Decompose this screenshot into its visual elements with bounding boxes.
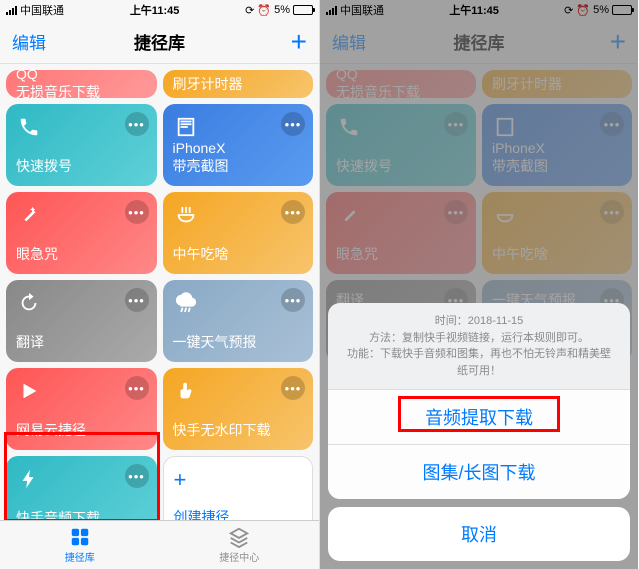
sheet-cancel[interactable]: 取消: [328, 507, 630, 561]
add-button[interactable]: +: [291, 28, 307, 56]
bowl-icon: [173, 202, 199, 228]
more-icon[interactable]: •••: [125, 200, 149, 224]
refresh-icon: [16, 290, 42, 316]
tab-bar: 捷径库 捷径中心: [0, 520, 319, 569]
action-sheet: 时间：2018-11-15 方法：复制快手视频链接，运行本规则即可。 功能：下载…: [328, 303, 630, 561]
bolt-icon: [16, 466, 42, 492]
clock-label: 上午11:45: [130, 2, 180, 18]
more-icon[interactable]: •••: [281, 112, 305, 136]
more-icon[interactable]: •••: [281, 200, 305, 224]
card-kuaishou-nowm[interactable]: ••• 快手无水印下载: [163, 368, 314, 450]
wand-icon: [16, 202, 42, 228]
screen-actionsheet: 中国联通 上午11:45 ⟳⏰5% 编辑 捷径库 + QQ 无损音乐下载 刷牙计…: [319, 0, 638, 569]
page-title: 捷径库: [134, 29, 185, 54]
more-icon[interactable]: •••: [125, 112, 149, 136]
more-icon[interactable]: •••: [281, 376, 305, 400]
card-eye[interactable]: ••• 眼急咒: [6, 192, 157, 274]
sheet-header: 时间：2018-11-15 方法：复制快手视频链接，运行本规则即可。 功能：下载…: [328, 303, 630, 390]
battery-label: 5%: [274, 4, 290, 16]
tab-gallery[interactable]: 捷径中心: [160, 521, 320, 569]
card-translate[interactable]: ••• 翻译: [6, 280, 157, 362]
sheet-method: 方法：复制快手视频链接，运行本规则即可。: [342, 330, 616, 347]
nav-bar: 编辑 捷径库 +: [0, 20, 319, 64]
alarm-icon: ⏰: [257, 4, 271, 17]
screen-library: 中国联通 上午11:45 ⟳⏰5% 编辑 捷径库 + QQ 无损音乐下载 刷牙计…: [0, 0, 319, 569]
hand-icon: [173, 378, 199, 404]
rain-icon: [173, 290, 199, 316]
battery-icon: [293, 5, 313, 15]
more-icon[interactable]: •••: [125, 288, 149, 312]
status-bar: 中国联通 上午11:45 ⟳⏰5%: [0, 0, 319, 20]
stack-icon: [227, 526, 251, 548]
grid-icon: [68, 526, 92, 548]
card-brush-timer[interactable]: 刷牙计时器: [163, 70, 314, 98]
signal-icon: [6, 6, 17, 15]
card-lunch[interactable]: ••• 中午吃啥: [163, 192, 314, 274]
card-qq-music[interactable]: QQ 无损音乐下载: [6, 70, 157, 98]
sheet-date: 时间：2018-11-15: [342, 313, 616, 330]
document-icon: [173, 114, 199, 140]
card-iphonex-screenshot[interactable]: ••• iPhoneX 带壳截图: [163, 104, 314, 186]
card-weather[interactable]: ••• 一键天气预报: [163, 280, 314, 362]
more-icon[interactable]: •••: [281, 288, 305, 312]
more-icon[interactable]: •••: [125, 376, 149, 400]
sheet-feature: 功能：下载快手音频和图集，再也不怕无铃声和精美壁纸可用！: [342, 346, 616, 379]
phone-icon: [16, 114, 42, 140]
more-icon[interactable]: •••: [125, 464, 149, 488]
sheet-option-audio[interactable]: 音频提取下载: [328, 390, 630, 445]
plus-icon: +: [174, 467, 303, 493]
carrier-label: 中国联通: [20, 2, 64, 18]
edit-button[interactable]: 编辑: [12, 29, 46, 54]
sheet-option-gallery[interactable]: 图集/长图下载: [328, 445, 630, 499]
tab-library[interactable]: 捷径库: [0, 521, 160, 569]
rotation-lock-icon: ⟳: [245, 4, 254, 17]
shortcut-grid: QQ 无损音乐下载 刷牙计时器 ••• 快速拨号 ••• iPhoneX 带壳截…: [0, 64, 319, 544]
card-quick-dial[interactable]: ••• 快速拨号: [6, 104, 157, 186]
play-icon: [16, 378, 42, 404]
card-netease[interactable]: ••• 网易云捷径: [6, 368, 157, 450]
